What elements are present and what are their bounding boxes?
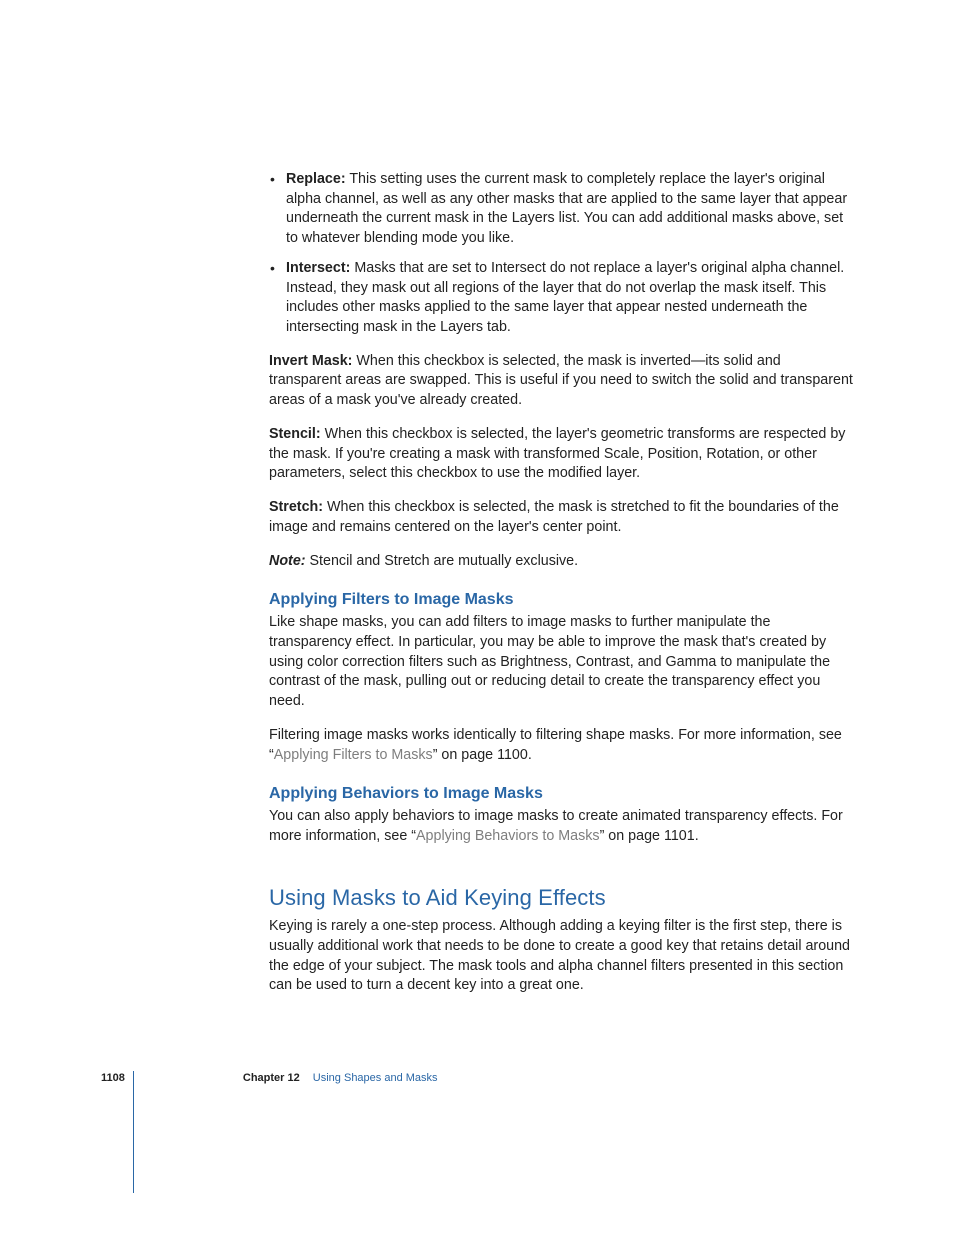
body-text: This setting uses the current mask to co…: [286, 171, 847, 246]
body-text: When this checkbox is selected, the mask…: [269, 499, 839, 535]
chapter-title: Using Shapes and Masks: [313, 1072, 438, 1084]
paragraph: Filtering image masks works identically …: [269, 726, 853, 765]
term-invert-mask: Invert Mask:: [269, 353, 352, 369]
paragraph-invert-mask: Invert Mask: When this checkbox is selec…: [269, 352, 853, 411]
paragraph-note: Note: Stencil and Stretch are mutually e…: [269, 552, 853, 572]
body-text: When this checkbox is selected, the mask…: [269, 353, 853, 408]
paragraph-stencil: Stencil: When this checkbox is selected,…: [269, 425, 853, 484]
body-text: Masks that are set to Intersect do not r…: [286, 260, 844, 335]
term-intersect: Intersect:: [286, 260, 350, 276]
footer-rule: [133, 1071, 134, 1193]
mask-mode-list: Replace: This setting uses the current m…: [269, 170, 853, 338]
document-page: Replace: This setting uses the current m…: [0, 0, 954, 1235]
body-text: Stencil and Stretch are mutually exclusi…: [310, 553, 579, 569]
page-number: 1108: [101, 1071, 125, 1086]
page-footer: 1108 Chapter 12 Using Shapes and Masks: [101, 1071, 853, 1151]
paragraph: Like shape masks, you can add filters to…: [269, 613, 853, 712]
heading-applying-behaviors: Applying Behaviors to Image Masks: [269, 783, 853, 805]
list-item: Intersect: Masks that are set to Interse…: [269, 259, 853, 338]
paragraph: Keying is rarely a one-step process. Alt…: [269, 917, 853, 996]
footer-text: 1108 Chapter 12 Using Shapes and Masks: [101, 1071, 438, 1086]
body-text: ” on page 1100.: [433, 747, 532, 763]
term-replace: Replace:: [286, 171, 346, 187]
body-text: ” on page 1101.: [600, 828, 699, 844]
heading-applying-filters: Applying Filters to Image Masks: [269, 589, 853, 611]
paragraph: You can also apply behaviors to image ma…: [269, 807, 853, 846]
body-text: When this checkbox is selected, the laye…: [269, 426, 845, 481]
paragraph-stretch: Stretch: When this checkbox is selected,…: [269, 498, 853, 537]
list-item: Replace: This setting uses the current m…: [269, 170, 853, 249]
cross-reference-link[interactable]: Applying Filters to Masks: [274, 747, 433, 763]
term-stretch: Stretch:: [269, 499, 323, 515]
chapter-info: Chapter 12 Using Shapes and Masks: [243, 1071, 438, 1086]
term-stencil: Stencil:: [269, 426, 321, 442]
heading-using-masks-keying: Using Masks to Aid Keying Effects: [269, 883, 853, 913]
note-label: Note:: [269, 553, 306, 569]
cross-reference-link[interactable]: Applying Behaviors to Masks: [416, 828, 600, 844]
chapter-label: Chapter 12: [243, 1072, 300, 1084]
